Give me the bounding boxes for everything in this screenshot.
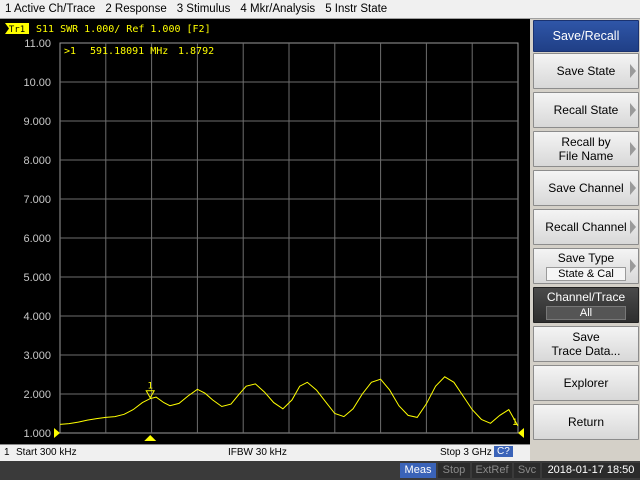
menu-mkr-analysis[interactable]: 4 Mkr/Analysis (235, 3, 320, 15)
y-tick-label: 5.000 (23, 272, 51, 284)
y-tick-label: 1.000 (23, 428, 51, 440)
save-trace-data-label-line2: Trace Data... (551, 344, 621, 358)
ifbw[interactable]: IFBW 30 kHz (228, 447, 287, 458)
save-channel-button[interactable]: Save Channel (533, 170, 639, 206)
instrument-status-bar: Meas Stop ExtRef Svc 2018-01-17 18:50 (0, 461, 640, 480)
save-type-value: State & Cal (546, 267, 626, 281)
meas-indicator: Meas (400, 463, 436, 478)
start-frequency[interactable]: Start 300 kHz (16, 447, 77, 458)
marker-readout-frequency: 591.18091 MHz (90, 46, 168, 57)
menu-stimulus[interactable]: 3 Stimulus (172, 3, 236, 15)
submenu-arrow-icon (630, 220, 636, 234)
save-trace-data-label-line1: Save (572, 330, 600, 344)
save-state-button[interactable]: Save State (533, 53, 639, 89)
swr-chart[interactable]: 11.00 10.00 9.000 8.000 7.000 6.000 5.000 4.000… (0, 19, 530, 444)
menu-response[interactable]: 2 Response (100, 3, 171, 15)
channel-status-line: 1 Start 300 kHz IFBW 30 kHz Stop 3 GHz C… (0, 444, 530, 461)
menu-bar: 1 Active Ch/Trace 2 Response 3 Stimulus … (0, 0, 640, 19)
reference-position-icon[interactable] (54, 428, 60, 438)
y-tick-label: 4.000 (23, 311, 51, 323)
marker-1[interactable]: 1 (145, 382, 156, 399)
recall-by-file-name-label-line1: Recall by (561, 135, 611, 149)
submenu-arrow-icon (630, 142, 636, 156)
recall-by-file-name-button[interactable]: Recall by File Name (533, 131, 639, 167)
marker-readout-label: >1 (64, 46, 76, 57)
menu-instr-state[interactable]: 5 Instr State (320, 3, 392, 15)
y-tick-label: 10.00 (23, 77, 51, 89)
channel-trace-button[interactable]: Channel/Trace All (533, 287, 639, 323)
explorer-button[interactable]: Explorer (533, 365, 639, 401)
channel-trace-label: Channel/Trace (546, 290, 626, 304)
save-type-label: Save Type (557, 251, 615, 265)
stop-frequency[interactable]: Stop 3 GHz (440, 447, 492, 458)
submenu-arrow-icon (630, 64, 636, 78)
recall-channel-label: Recall Channel (545, 220, 627, 234)
marker-end-label: 1 (512, 418, 517, 428)
stop-indicator: Stop (438, 463, 470, 478)
y-tick-labels: 11.00 10.00 9.000 8.000 7.000 6.000 5.000 4.000… (23, 38, 51, 440)
trace-header: Tr1 S11 SWR 1.000/ Ref 1.000 [F2] (5, 23, 211, 35)
y-tick-label: 7.000 (23, 194, 51, 206)
recall-state-label: Recall State (553, 103, 619, 117)
marker-readout: >1 591.18091 MHz 1.8792 (64, 46, 214, 57)
channel-trace-value: All (546, 306, 626, 320)
explorer-label: Explorer (563, 376, 609, 390)
y-tick-label: 8.000 (23, 155, 51, 167)
svc-indicator: Svc (514, 463, 540, 478)
recall-channel-button[interactable]: Recall Channel (533, 209, 639, 245)
trace-badge: Tr1 (9, 25, 25, 35)
softkey-menu-title-label: Save/Recall (552, 29, 620, 43)
softkey-panel: Save/Recall Save State Recall State Reca… (530, 19, 640, 461)
save-channel-label: Save Channel (548, 181, 624, 195)
submenu-arrow-icon (630, 103, 636, 117)
recall-state-button[interactable]: Recall State (533, 92, 639, 128)
y-tick-label: 6.000 (23, 233, 51, 245)
stimulus-marker-icon[interactable] (144, 435, 157, 441)
marker-number: 1 (148, 382, 153, 392)
y-tick-label: 9.000 (23, 116, 51, 128)
right-edge-pointer-icon (518, 428, 524, 438)
softkey-menu-title: Save/Recall (533, 20, 639, 52)
extref-indicator: ExtRef (472, 463, 512, 478)
return-label: Return (567, 415, 605, 429)
submenu-arrow-icon (630, 181, 636, 195)
recall-by-file-name-label-line2: File Name (558, 149, 614, 163)
save-trace-data-button[interactable]: Save Trace Data... (533, 326, 639, 362)
channel-number: 1 (4, 447, 10, 458)
return-button[interactable]: Return (533, 404, 639, 440)
plot-area[interactable]: 11.00 10.00 9.000 8.000 7.000 6.000 5.000 4.000… (0, 19, 530, 444)
y-tick-label: 11.00 (24, 38, 51, 50)
menu-active-ch-trace[interactable]: 1 Active Ch/Trace (0, 3, 100, 15)
save-type-button[interactable]: Save Type State & Cal (533, 248, 639, 284)
marker-readout-value: 1.8792 (178, 46, 214, 57)
grid (59, 42, 519, 434)
date-time: 2018-01-17 18:50 (542, 463, 640, 478)
save-state-label: Save State (556, 64, 616, 78)
trace-header-text: S11 SWR 1.000/ Ref 1.000 [F2] (36, 24, 211, 35)
y-tick-label: 3.000 (23, 350, 51, 362)
y-tick-label: 2.000 (23, 389, 51, 401)
submenu-arrow-icon (630, 259, 636, 273)
calibration-badge: C? (494, 446, 513, 457)
